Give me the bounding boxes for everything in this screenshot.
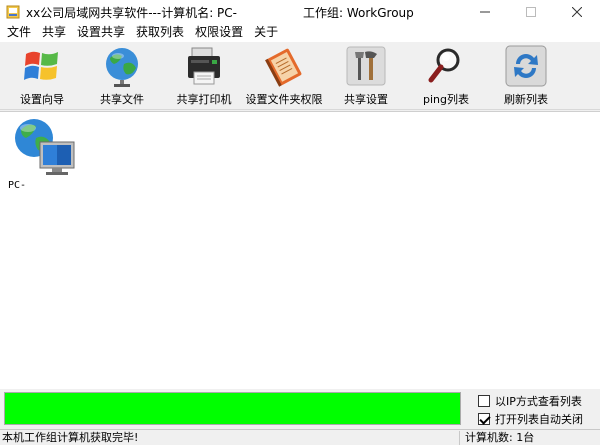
toolbar-label: 共享设置: [344, 93, 388, 106]
menu-get-list[interactable]: 获取列表: [132, 24, 188, 42]
toolbar-label: 共享打印机: [176, 93, 232, 106]
auto-close-option[interactable]: 打开列表自动关闭: [478, 411, 583, 427]
menu-permissions[interactable]: 权限设置: [191, 24, 247, 42]
bottom-panel: 以IP方式查看列表 打开列表自动关闭: [0, 389, 600, 429]
maximize-icon: [526, 7, 536, 17]
workgroup-label: 工作组: WorkGroup: [303, 6, 414, 20]
ping-list-button[interactable]: ping列表: [421, 42, 471, 110]
share-printer-button[interactable]: 共享打印机: [176, 42, 232, 110]
tools-icon: [346, 46, 386, 86]
menu-bar: 文件 共享 设置共享 获取列表 权限设置 关于: [0, 24, 600, 42]
app-icon: [6, 5, 20, 19]
view-by-ip-checkbox[interactable]: [478, 395, 490, 407]
close-icon: [572, 7, 582, 17]
refresh-icon: [505, 45, 547, 87]
notebook-icon: [265, 48, 302, 87]
toolbar-label: 共享文件: [100, 93, 144, 106]
menu-file[interactable]: 文件: [3, 24, 35, 42]
magnifier-icon: [428, 48, 460, 83]
minimize-icon: [480, 11, 490, 13]
windows-flag-icon: [24, 51, 58, 80]
share-settings-button[interactable]: 共享设置: [342, 42, 390, 110]
toolbar: 设置向导 共享文件 共享打印机 设置文件夹权限 共享设置 ping列表 刷新列表: [0, 42, 600, 110]
computer-count: 计算机数: 1台: [465, 431, 535, 444]
toolbar-label: 设置文件夹权限: [245, 93, 323, 106]
toolbar-label: 刷新列表: [504, 93, 548, 106]
computer-name: PC-: [8, 180, 27, 191]
toolbar-label: ping列表: [423, 93, 469, 106]
computer-item[interactable]: PC-: [6, 116, 76, 196]
network-computer-icon: [15, 119, 75, 175]
status-bar: 本机工作组计算机获取完毕! 计算机数: 1台: [0, 429, 600, 445]
auto-close-label: 打开列表自动关闭: [495, 413, 583, 426]
close-button[interactable]: [554, 0, 600, 24]
view-by-ip-option[interactable]: 以IP方式查看列表: [478, 393, 582, 409]
status-message: 本机工作组计算机获取完毕!: [2, 431, 460, 445]
folder-permissions-button[interactable]: 设置文件夹权限: [245, 42, 323, 110]
menu-setup-share[interactable]: 设置共享: [73, 24, 129, 42]
computer-list[interactable]: PC-: [0, 111, 600, 389]
toolbar-label: 设置向导: [20, 93, 64, 106]
progress-bar: [4, 392, 461, 425]
auto-close-checkbox[interactable]: [478, 413, 490, 425]
view-by-ip-label: 以IP方式查看列表: [495, 395, 582, 408]
printer-icon: [188, 47, 220, 85]
menu-about[interactable]: 关于: [250, 24, 282, 42]
title-bar: xx公司局域网共享软件---计算机名: PC- 工作组: WorkGroup: [0, 0, 600, 24]
share-files-button[interactable]: 共享文件: [96, 42, 148, 110]
refresh-list-button[interactable]: 刷新列表: [501, 42, 551, 110]
maximize-button[interactable]: [508, 0, 554, 24]
setup-wizard-button[interactable]: 设置向导: [16, 42, 68, 110]
window-title: xx公司局域网共享软件---计算机名: PC-: [26, 6, 237, 20]
progress-fill: [5, 393, 460, 424]
minimize-button[interactable]: [462, 0, 508, 24]
menu-share[interactable]: 共享: [38, 24, 70, 42]
globe-icon: [106, 48, 138, 87]
